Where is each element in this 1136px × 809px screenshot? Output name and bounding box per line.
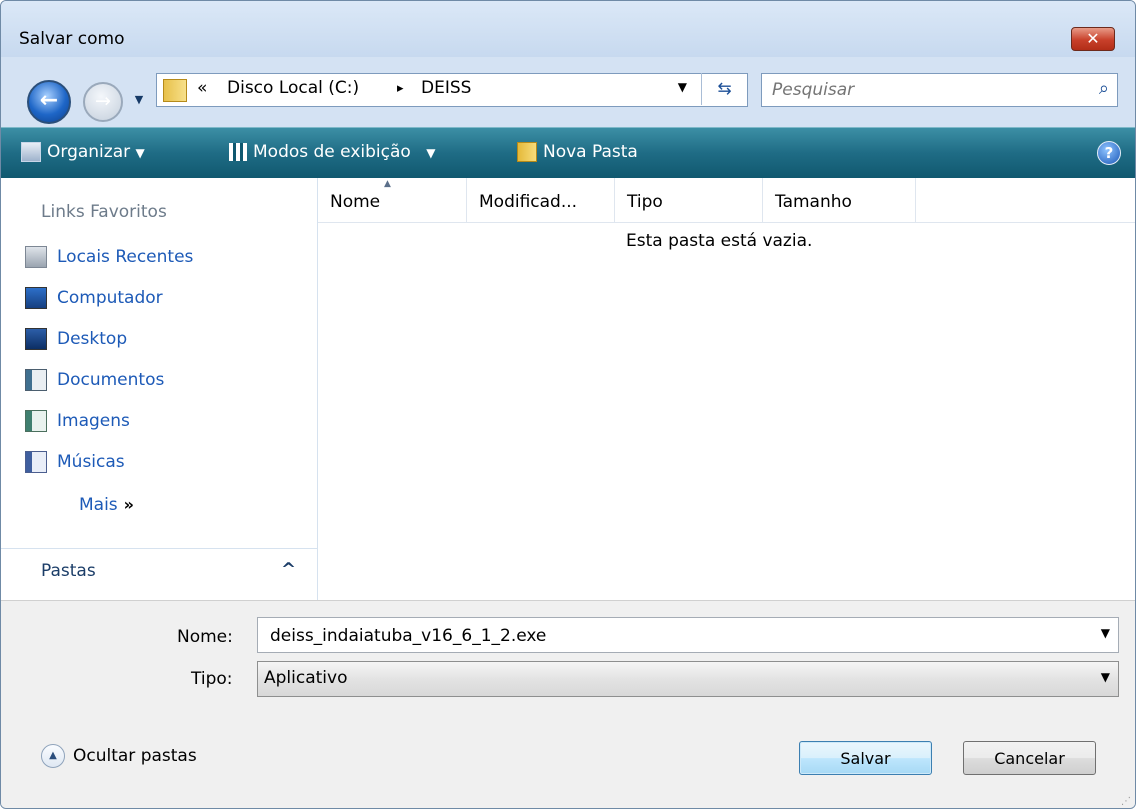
sort-ascending-icon: ▲ [384,179,391,189]
history-dropdown-icon[interactable]: ▼ [132,92,146,108]
sidebar-item-label: Computador [57,288,163,308]
hide-folders-label: Ocultar pastas [73,746,197,766]
sidebar-item-desktop[interactable]: Desktop [25,328,127,358]
file-name-label: Nome: [177,627,233,647]
hide-folders-toggle[interactable]: ▲ Ocultar pastas [41,744,197,768]
folders-section-header[interactable]: Pastas ^ [1,548,317,601]
save-options-panel: Nome: ▼ Tipo: Aplicativo ▼ ▲ Ocultar past… [1,600,1135,808]
help-button[interactable]: ? [1097,141,1121,165]
save-as-dialog: Salvar como ✕ ← → ▼ « Disco Local (C:) ▸… [0,0,1136,809]
cancel-button[interactable]: Cancelar [963,741,1096,775]
sidebar-item-computer[interactable]: Computador [25,287,163,317]
chevron-down-icon: ▼ [135,146,145,160]
column-header-label: Tamanho [775,192,852,212]
organize-button[interactable]: Organizar ▼ [21,142,145,162]
refresh-button[interactable]: ⇆ [701,73,747,105]
new-folder-icon [517,142,537,162]
search-icon[interactable]: ⌕ [1099,78,1109,99]
chevron-down-icon[interactable]: ▼ [1101,626,1110,640]
sidebar-item-label: Desktop [57,329,128,349]
empty-folder-message: Esta pasta está vazia. [626,231,813,251]
views-button[interactable]: Modos de exibição ▼ [229,142,435,162]
music-icon [25,451,47,473]
chevron-down-icon: ▼ [1100,670,1110,684]
search-input[interactable] [770,78,1074,102]
folder-icon [163,79,187,102]
file-list[interactable]: Nome ▲ Modificad... Tipo Tamanho Esta pa… [318,178,1135,600]
refresh-icon: ⇆ [717,79,732,99]
new-folder-label: Nova Pasta [543,142,638,162]
close-button[interactable]: ✕ [1071,27,1115,51]
forward-button[interactable]: → [83,82,123,122]
window-title: Salvar como [19,29,125,49]
column-header-size[interactable]: Tamanho [763,178,916,222]
computer-icon [25,287,47,309]
double-chevron-right-icon: » [123,495,135,514]
column-header-label: Modificad... [479,192,578,212]
column-header-type[interactable]: Tipo [615,178,763,222]
pictures-icon [25,410,47,432]
favorite-links-heading: Links Favoritos [41,202,167,222]
breadcrumb-separator-icon[interactable]: ▸ [397,81,404,96]
chevron-down-icon: ▼ [426,146,436,160]
views-grid-icon [229,143,247,161]
sidebar-item-label: Músicas [57,452,125,472]
file-type-label: Tipo: [191,669,233,689]
column-header-name[interactable]: Nome ▲ [318,178,467,222]
file-name-input[interactable] [268,624,1072,648]
column-header-label: Tipo [627,192,663,212]
save-button[interactable]: Salvar [799,741,932,775]
sidebar-item-recent-places[interactable]: Locais Recentes [25,246,193,276]
sidebar-item-label: Documentos [57,370,165,390]
back-button[interactable]: ← [27,80,71,124]
command-toolbar: Organizar ▼ Modos de exibição ▼ Nova Pas… [1,127,1135,178]
title-bar: Salvar como ✕ [1,1,1135,57]
desktop-icon [25,328,47,350]
search-box[interactable]: ⌕ [761,73,1118,107]
new-folder-button[interactable]: Nova Pasta [517,142,638,162]
breadcrumb-overflow[interactable]: « [197,78,207,98]
breadcrumb-drive[interactable]: Disco Local (C:) [227,78,359,98]
chevron-up-icon[interactable]: ^ [281,559,296,580]
chevron-up-icon: ▲ [41,744,65,768]
navigation-pane: Links Favoritos Locais Recentes Computad… [1,178,318,600]
address-bar[interactable]: « Disco Local (C:) ▸ DEISS ▼ [156,73,748,107]
file-name-field[interactable]: ▼ [257,617,1119,653]
sidebar-item-documents[interactable]: Documentos [25,369,164,399]
folders-label: Pastas [41,561,96,581]
sidebar-item-label: Locais Recentes [57,247,194,267]
column-header-modified[interactable]: Modificad... [467,178,615,222]
column-header-row: Nome ▲ Modificad... Tipo Tamanho [318,178,1135,223]
file-type-value: Aplicativo [264,668,348,688]
organize-label: Organizar [47,142,131,162]
sidebar-item-music[interactable]: Músicas [25,451,125,481]
file-type-select[interactable]: Aplicativo ▼ [257,661,1119,697]
organize-icon [21,142,41,162]
recent-places-icon [25,246,47,268]
back-arrow-icon: ← [39,88,59,113]
documents-icon [25,369,47,391]
views-label: Modos de exibição [253,142,411,162]
sidebar-item-pictures[interactable]: Imagens [25,410,130,440]
resize-grip-icon[interactable]: ⋰ [1121,796,1131,807]
address-dropdown-icon[interactable]: ▼ [678,80,687,94]
more-links[interactable]: Mais » [79,495,134,515]
sidebar-item-label: Imagens [57,411,130,431]
forward-arrow-icon: → [95,90,111,112]
column-header-label: Nome [330,192,381,212]
more-links-label: Mais [79,495,118,515]
breadcrumb-folder[interactable]: DEISS [421,78,471,98]
